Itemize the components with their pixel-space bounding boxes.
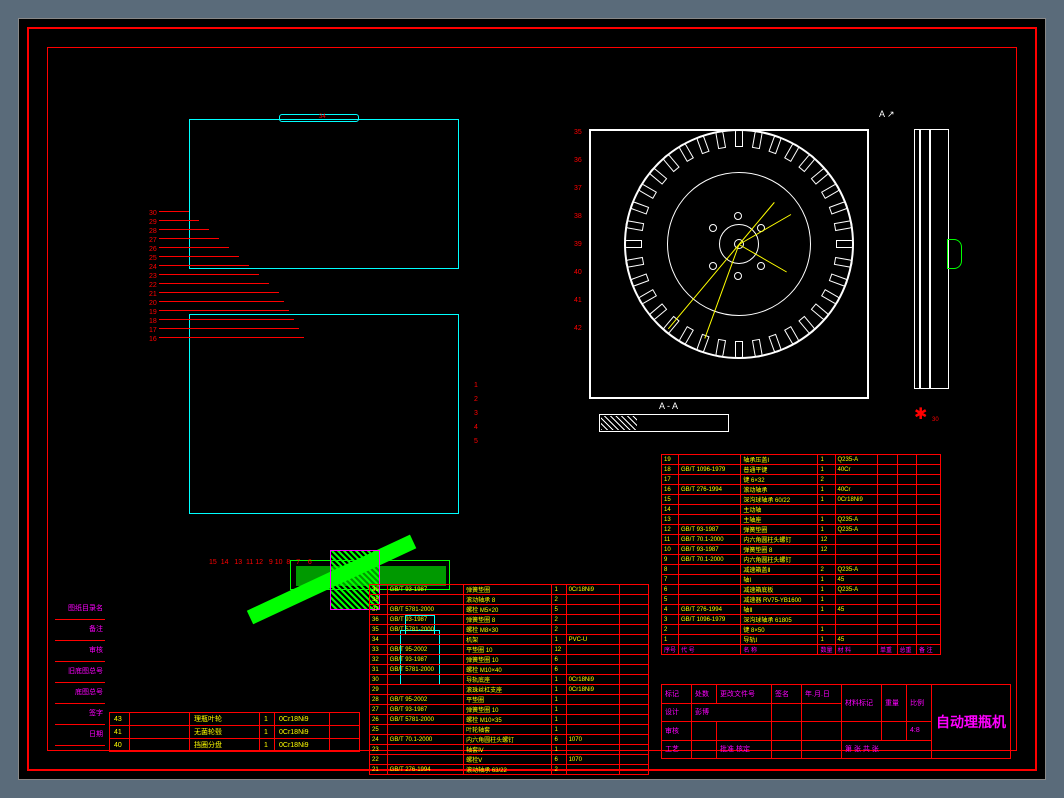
margin-labels: 图纸目录名备注审核 旧底图总号底图总号签字 日期 xyxy=(55,599,105,746)
bom-table-right: 19轴承压盖Ⅰ1Q235-A18GB/T 1096-1979普通平键140Cr1… xyxy=(661,454,941,655)
view-label-a: A ↗ xyxy=(879,109,895,120)
tooth xyxy=(836,240,854,248)
tooth xyxy=(752,339,763,358)
tooth xyxy=(798,316,816,335)
tooth xyxy=(829,201,849,215)
leaders-left-column: 302928 272625 242322 212019 181716 xyxy=(149,209,157,344)
tooth xyxy=(798,153,816,172)
leader-34: 34 xyxy=(319,114,326,120)
section-hatch xyxy=(601,416,637,430)
direction-arrow: ✱ xyxy=(914,404,934,424)
bom-table-small: 43理瓶叶轮10Cr18Ni941无菌轮毂10Cr18Ni940挡圈分盘10Cr… xyxy=(109,712,360,752)
tooth xyxy=(678,142,694,162)
tooth xyxy=(637,289,657,305)
leaders-bottom-row: 15 14 13 11 12 9 10 8 7 6 xyxy=(209,559,312,566)
tooth xyxy=(637,183,657,199)
tooth xyxy=(829,273,849,287)
tooth xyxy=(834,257,853,268)
bom-table-middle: 39GB/T 93-1987弹簧垫圈10Cr18Ni938滚动轴承 8237GB… xyxy=(369,584,649,775)
title-block: 标记 处数 更改文件号 签名 年.月.日 材料标记 重量 比例 自动理瓶机 设计… xyxy=(661,684,1011,759)
top-view xyxy=(589,114,879,404)
tooth xyxy=(630,201,650,215)
tooth xyxy=(696,334,710,354)
tooth xyxy=(625,257,644,268)
tooth xyxy=(834,220,853,231)
leaders-right-small: 12 34 5 xyxy=(474,379,478,449)
tooth xyxy=(821,289,841,305)
dim-30: 30 xyxy=(932,417,939,423)
cad-viewport: 34 302928 272625 242322 212019 181716 15… xyxy=(18,18,1046,780)
leaders-circle: 353637 383940 4142 xyxy=(574,119,582,343)
tooth xyxy=(735,341,743,359)
tooth xyxy=(715,130,726,149)
tooth xyxy=(752,130,763,149)
side-view xyxy=(899,119,959,399)
tooth xyxy=(811,303,830,321)
side-line xyxy=(929,129,931,389)
tooth xyxy=(768,135,782,155)
section-aa-label: A - A xyxy=(659,401,678,411)
tooth xyxy=(811,167,830,185)
designer-name: 彭博 xyxy=(692,703,772,722)
tooth xyxy=(735,129,743,147)
tooth xyxy=(768,334,782,354)
tooth xyxy=(648,303,667,321)
side-line xyxy=(919,129,921,389)
side-bump xyxy=(947,239,962,269)
leader-lines-fan xyxy=(159,211,304,346)
tooth xyxy=(662,153,680,172)
tooth xyxy=(821,183,841,199)
tooth xyxy=(784,142,800,162)
tooth xyxy=(678,326,694,346)
tooth xyxy=(648,167,667,185)
tooth xyxy=(696,135,710,155)
tooth xyxy=(715,339,726,358)
tooth xyxy=(624,240,642,248)
tooth xyxy=(625,220,644,231)
tooth xyxy=(784,326,800,346)
tooth xyxy=(630,273,650,287)
